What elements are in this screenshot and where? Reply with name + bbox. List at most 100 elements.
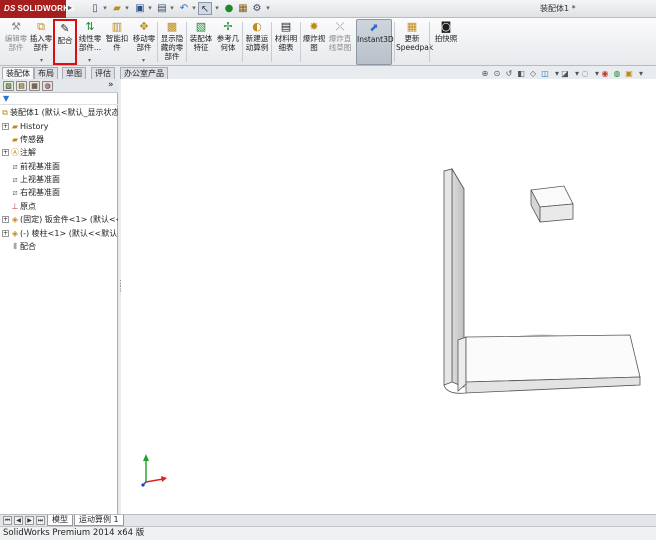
property-manager-icon[interactable]: ▤ [16,81,27,91]
assembly-features-button[interactable]: ▧ 装配体 特征 [188,19,214,65]
scene-icon[interactable]: ◍ [612,69,622,79]
hide-show-items-icon[interactable]: ◌ [580,69,590,79]
sensor-folder-icon: ▰ [11,135,19,144]
rebuild-icon[interactable]: ● [222,2,236,15]
insert-component-icon: ⧉ [37,20,45,33]
select-dropdown-icon[interactable]: ▾ [213,2,221,15]
expand-panel-icon[interactable]: » [108,80,114,90]
tree-item-origin[interactable]: ⊥ 原点 [0,200,118,213]
expand-icon[interactable]: + [2,149,9,156]
update-speedpak-button[interactable]: ▦ 更新 Speedpak [396,19,433,65]
explode-line-sketch-button[interactable]: ⤫ 爆炸直 线草图 [326,19,354,65]
new-motion-study-button[interactable]: ◐ 新建运 动算例 [244,19,270,65]
tab-sketch[interactable]: 草图 [62,67,86,79]
exploded-view-button[interactable]: ✸ 爆炸视 图 [302,19,326,65]
tree-item-history[interactable]: + ▰ History [0,120,118,133]
chevron-down-icon[interactable]: ▾ [88,57,91,64]
tree-root[interactable]: ⧉装配体1 (默认<默认_显示状态-1>) [0,106,118,119]
prism-part[interactable] [530,185,574,223]
undo-icon[interactable]: ↶ [177,2,191,15]
zoom-to-fit-icon[interactable]: ⊕ [480,69,490,79]
reference-geometry-button[interactable]: ✢ 参考几 何体 [215,19,241,65]
display-style-icon[interactable]: ◪ [560,69,570,79]
expand-icon[interactable]: + [2,123,9,130]
undo-dropdown-icon[interactable]: ▾ [190,2,198,15]
tab-motion-study-1[interactable]: 运动算例 1 [74,515,124,526]
tree-item-top-plane[interactable]: ⧄ 上视基准面 [0,173,118,186]
part-icon: ◈ [11,229,19,238]
mate-button[interactable]: ✎ 配合 [53,19,77,65]
options-icon[interactable]: ⚙ [250,2,264,15]
save-dropdown-icon[interactable]: ▾ [146,2,154,15]
edit-component-icon: ⚒ [11,20,21,33]
plane-icon: ⧄ [12,188,18,197]
tab-evaluate[interactable]: 评估 [91,67,115,79]
expand-icon[interactable]: + [2,230,9,237]
separator [394,22,395,62]
tab-office-products[interactable]: 办公室产品 [120,67,168,79]
tab-layout[interactable]: 布局 [34,67,58,79]
next-tab-icon[interactable]: ▶ [25,516,34,525]
instant3d-button[interactable]: ⬈ Instant3D [356,19,394,65]
chevron-down-icon[interactable]: ▾ [636,69,646,79]
new-icon[interactable]: ▯ [88,2,102,15]
move-component-icon: ✥ [139,20,149,33]
tree-item-prism[interactable]: +◈(-) 棱柱<1> (默认<<默认>_显示状态 1>) [0,227,118,240]
print-icon[interactable]: ▤ [155,2,169,15]
document-title: 装配体1 * [540,4,576,13]
exploded-view-icon: ✸ [309,20,319,33]
select-icon[interactable]: ↖ [198,2,212,15]
smart-fasteners-button[interactable]: ▥ 智能扣 件 [105,19,129,65]
section-view-icon[interactable]: ◧ [516,69,526,79]
origin-icon: ⊥ [11,202,19,211]
take-snapshot-button[interactable]: ◙ 拍快照 [431,19,461,65]
print-dropdown-icon[interactable]: ▾ [168,2,176,15]
separator [300,22,301,62]
chevron-down-icon[interactable]: ▾ [40,57,43,64]
menu-arrow-icon[interactable]: ▸ [68,3,72,12]
expand-icon[interactable]: + [2,216,9,223]
last-tab-icon[interactable]: ⏭ [36,516,45,525]
previous-tab-icon[interactable]: ◀ [14,516,23,525]
zoom-to-area-icon[interactable]: ⊙ [492,69,502,79]
open-icon[interactable]: ▰ [110,2,124,15]
appearance-icon[interactable]: ◉ [600,69,610,79]
tree-item-sheet-metal[interactable]: +◈(固定) 钣金件<1> (默认<<默认>_显示状态 1>) [0,213,118,226]
file-properties-icon[interactable]: ▦ [236,2,250,15]
model-viewport [141,167,641,487]
view-orientation-icon[interactable]: ◫ [540,69,550,79]
tree-item-front-plane[interactable]: ⧄ 前视基准面 [0,160,118,173]
open-dropdown-icon[interactable]: ▾ [123,2,131,15]
view-settings-icon[interactable]: ▣ [624,69,634,79]
feature-manager-icon[interactable]: ▧ [3,81,14,91]
display-manager-icon[interactable]: ◍ [42,81,53,91]
folder-icon: ▰ [11,122,19,131]
previous-view-icon[interactable]: ↺ [504,69,514,79]
tree-item-mates[interactable]: ⫴ 配合 [0,240,118,253]
tree-item-right-plane[interactable]: ⧄ 右视基准面 [0,186,118,199]
solidworks-logo[interactable]: DS SOLIDWORKS [0,0,74,18]
save-icon[interactable]: ▣ [133,2,147,15]
tree-item-annotations[interactable]: + Ⓐ注解 [0,146,118,159]
plane-icon: ⧄ [12,162,18,171]
show-hidden-components-button[interactable]: ▩ 显示隐 藏的零 部件 [159,19,185,65]
edit-component-button[interactable]: ⚒ 编辑零 部件 [3,19,29,65]
chevron-down-icon[interactable]: ▾ [142,57,145,64]
graphics-area[interactable] [121,79,656,514]
smart-fasteners-icon: ▥ [111,20,123,33]
filter-icon[interactable]: ▼ [3,94,9,103]
linear-pattern-icon: ⇅ [85,20,95,33]
bottom-tabs: ⏮ ◀ ▶ ⏭ 模型 运动算例 1 [0,514,656,526]
options-dropdown-icon[interactable]: ▾ [264,2,272,15]
axis-triad-icon [141,454,167,487]
first-tab-icon[interactable]: ⏮ [3,516,12,525]
configuration-manager-icon[interactable]: ▦ [29,81,40,91]
motion-study-icon: ◐ [252,20,262,33]
tab-assembly[interactable]: 装配体 [2,67,34,79]
new-dropdown-icon[interactable]: ▾ [101,2,109,15]
dynamic-annotation-icon[interactable]: ◇ [528,69,538,79]
tree-item-sensors[interactable]: ▰ 传感器 [0,133,118,146]
bill-of-materials-button[interactable]: ▤ 材料明 细表 [273,19,299,65]
speedpak-icon: ▦ [406,20,418,33]
tab-model[interactable]: 模型 [47,515,73,526]
